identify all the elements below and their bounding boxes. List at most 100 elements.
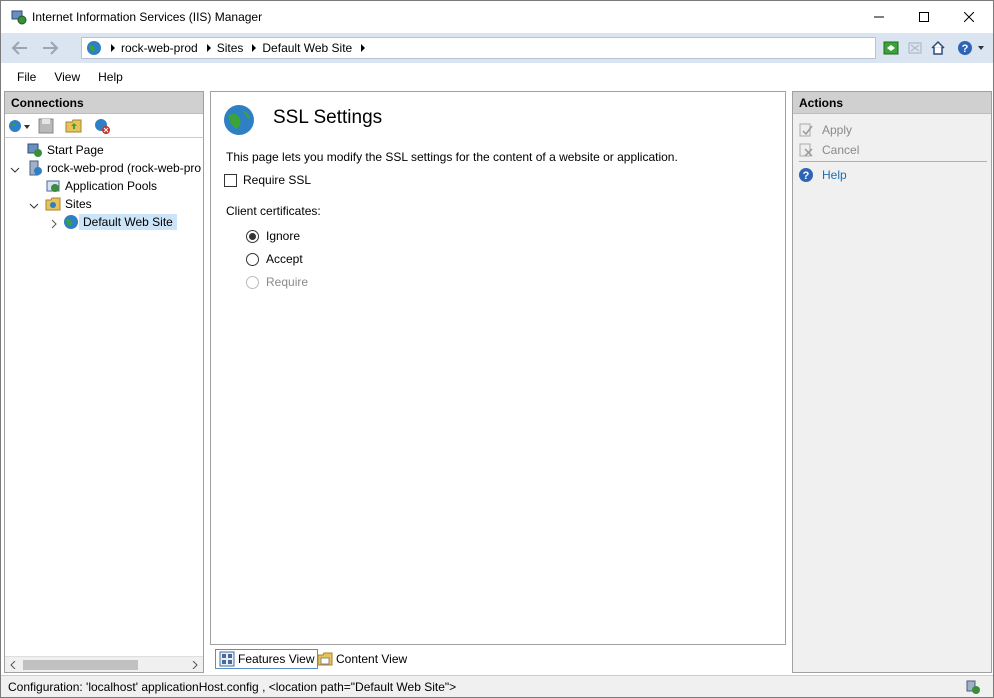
- action-label: Help: [822, 168, 847, 182]
- stop-button[interactable]: [905, 38, 925, 58]
- breadcrumb-separator-icon: [206, 44, 211, 52]
- require-ssl-label: Require SSL: [243, 173, 312, 187]
- radio-accept[interactable]: Accept: [246, 252, 303, 266]
- cancel-icon: [799, 143, 813, 157]
- stop-icon: [908, 42, 922, 54]
- open-folder-icon[interactable]: [65, 117, 83, 135]
- collapse-chevron-icon[interactable]: [29, 201, 39, 211]
- refresh-icon: [883, 41, 899, 55]
- tab-label: Content View: [336, 652, 408, 666]
- breadcrumb-separator-icon: [361, 44, 366, 52]
- start-page-icon: [27, 143, 42, 157]
- back-arrow-icon: [11, 41, 27, 55]
- ssl-settings-pane: SSL Settings This page lets you modify t…: [210, 91, 786, 645]
- forward-button[interactable]: [35, 36, 65, 60]
- tree-label: Application Pools: [65, 179, 158, 193]
- horizontal-scrollbar[interactable]: [5, 656, 203, 672]
- tree-application-pools[interactable]: Application Pools: [45, 177, 157, 195]
- require-ssl-checkbox[interactable]: Require SSL: [224, 173, 311, 187]
- tab-label: Features View: [238, 652, 315, 666]
- connections-toolbar: [5, 114, 203, 138]
- connection-status-icon: [966, 680, 980, 694]
- connections-pane: Connections Start Page rock-web-prod (ro…: [4, 91, 204, 673]
- minimize-button[interactable]: [856, 1, 902, 33]
- tab-content-view[interactable]: Content View: [314, 649, 410, 669]
- radio-label: Accept: [266, 252, 303, 266]
- maximize-button[interactable]: [901, 1, 947, 33]
- breadcrumb-separator-icon: [111, 44, 115, 52]
- radio-selected-dot: [249, 232, 256, 240]
- globe-icon: [64, 215, 78, 229]
- home-icon: [931, 40, 945, 55]
- collapse-chevron-icon[interactable]: [10, 165, 20, 175]
- page-title: SSL Settings: [273, 107, 383, 128]
- actions-pane: Actions Apply Cancel ? Help: [792, 91, 992, 673]
- radio-label: Require: [266, 275, 309, 289]
- minimize-icon: [874, 16, 884, 18]
- radio-button[interactable]: [246, 252, 259, 266]
- tree-sites[interactable]: Sites: [45, 195, 92, 213]
- app-pools-icon: [46, 180, 60, 192]
- help-icon: ?: [799, 168, 813, 182]
- disconnect-icon[interactable]: [93, 117, 111, 135]
- tab-features-view[interactable]: Features View: [215, 649, 319, 669]
- address-bar: rock-web-prod Sites Default Web Site ?: [1, 33, 993, 63]
- connections-tree: Start Page rock-web-prod (rock-web-pro A…: [5, 138, 203, 648]
- tree-default-web-site[interactable]: Default Web Site: [63, 213, 177, 231]
- forward-arrow-icon: [43, 41, 59, 55]
- radio-button: [246, 275, 259, 289]
- address-path[interactable]: rock-web-prod Sites Default Web Site: [81, 37, 876, 59]
- menu-bar: File View Help: [1, 63, 993, 91]
- svg-text:?: ?: [803, 170, 810, 182]
- help-dropdown-button[interactable]: ?: [956, 38, 986, 58]
- connect-dropdown-icon[interactable]: [7, 117, 33, 135]
- tree-label: Start Page: [47, 143, 104, 157]
- checkbox-box[interactable]: [224, 173, 237, 187]
- menu-help[interactable]: Help: [98, 70, 123, 84]
- maximize-icon: [919, 12, 929, 22]
- apply-icon: [799, 123, 813, 137]
- view-tabs: Features View Content View: [210, 647, 786, 671]
- help-icon: ?: [958, 41, 984, 55]
- back-button[interactable]: [5, 36, 35, 60]
- action-help[interactable]: ? Help: [798, 167, 847, 183]
- scroll-right-icon[interactable]: [191, 661, 199, 669]
- iis-app-icon: [11, 10, 27, 25]
- action-cancel: Cancel: [798, 142, 859, 158]
- svg-text:?: ?: [962, 43, 969, 55]
- features-view-icon: [219, 651, 235, 667]
- breadcrumb-separator-icon: [252, 44, 257, 52]
- tree-server[interactable]: rock-web-prod (rock-web-pro: [27, 159, 201, 177]
- refresh-button[interactable]: [881, 38, 901, 58]
- content-view-icon: [317, 652, 333, 666]
- scroll-left-icon[interactable]: [9, 661, 17, 669]
- sites-folder-icon: [45, 197, 61, 211]
- globe-icon: [87, 41, 101, 55]
- close-icon: [964, 12, 974, 22]
- connections-header: Connections: [5, 92, 203, 114]
- client-certificates-label: Client certificates:: [226, 204, 321, 218]
- action-label: Apply: [822, 123, 853, 137]
- breadcrumb-sites[interactable]: Sites: [217, 41, 244, 55]
- breadcrumb-server[interactable]: rock-web-prod: [121, 41, 198, 55]
- tree-label: Sites: [65, 197, 92, 211]
- close-button[interactable]: [946, 1, 992, 33]
- action-apply: Apply: [798, 122, 852, 138]
- tree-label: rock-web-prod (rock-web-pro: [47, 161, 202, 175]
- breadcrumb-default-site[interactable]: Default Web Site: [262, 41, 352, 55]
- home-button[interactable]: [928, 38, 948, 58]
- title-bar: Internet Information Services (IIS) Mana…: [1, 1, 993, 33]
- save-icon[interactable]: [37, 117, 55, 135]
- globe-icon: [224, 105, 254, 135]
- menu-view[interactable]: View: [54, 70, 80, 84]
- tree-start-page[interactable]: Start Page: [27, 141, 104, 159]
- scrollbar-thumb[interactable]: [23, 660, 138, 670]
- radio-button[interactable]: [246, 229, 259, 243]
- status-text: Configuration: 'localhost' applicationHo…: [8, 680, 457, 694]
- expand-chevron-icon[interactable]: [49, 219, 59, 229]
- actions-header: Actions: [793, 92, 991, 114]
- status-bar: Configuration: 'localhost' applicationHo…: [1, 675, 993, 697]
- radio-ignore[interactable]: Ignore: [246, 229, 300, 243]
- menu-file[interactable]: File: [17, 70, 36, 84]
- actions-divider: [799, 161, 987, 162]
